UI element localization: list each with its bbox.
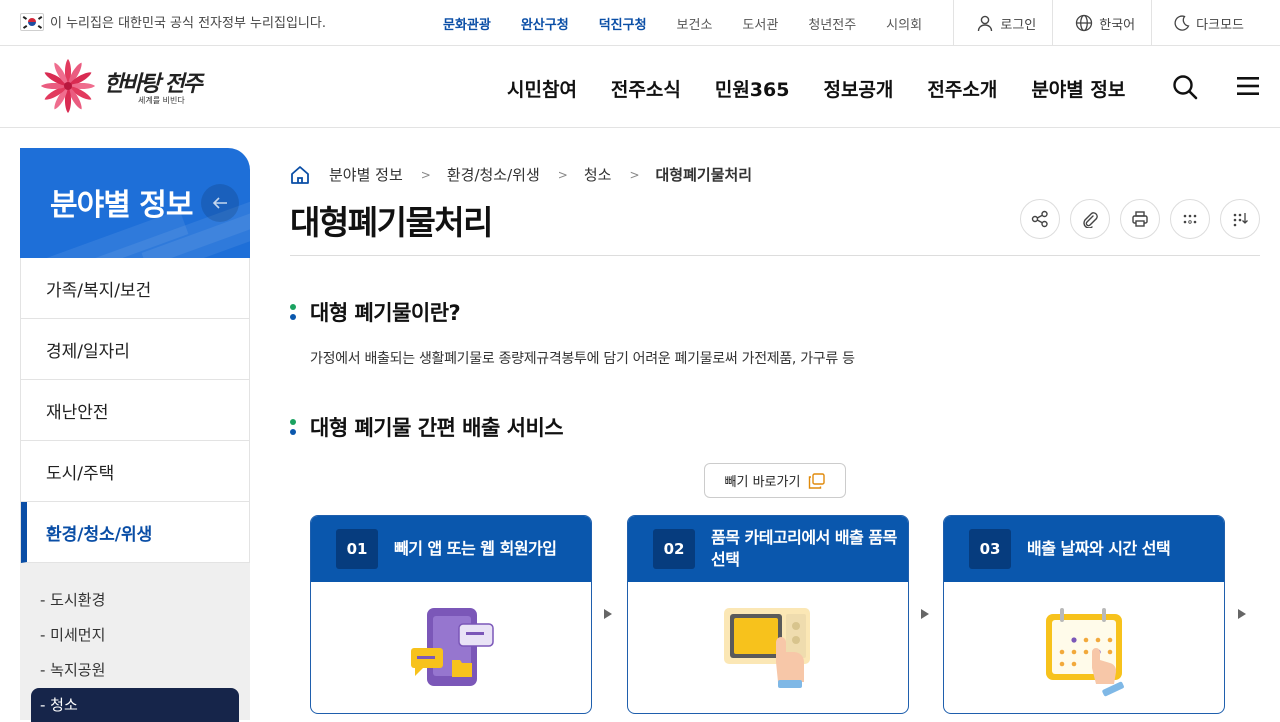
flower-logo-icon (41, 59, 95, 113)
language-button[interactable]: 한국어 (1052, 0, 1151, 46)
bullet-icon (290, 419, 296, 435)
search-icon[interactable] (1172, 74, 1198, 100)
share-icon (1031, 210, 1048, 228)
page-title: 대형폐기물처리 (290, 203, 494, 242)
arrow-left-icon (212, 197, 227, 209)
gnb-item-civil[interactable]: 민원365 (715, 75, 790, 102)
step-arrow-icon (604, 609, 612, 619)
title-divider (290, 255, 1260, 256)
site-link-wansan[interactable]: 완산구청 (521, 14, 569, 33)
submenu-item-urban-env[interactable]: - 도시환경 (40, 589, 105, 610)
sidebar-item-welfare[interactable]: 가족/복지/보건 (21, 258, 249, 319)
step-card: 01 빼기 앱 또는 웹 회원가입 (310, 515, 592, 714)
step-number: 03 (969, 529, 1011, 569)
submenu-item-fine-dust[interactable]: - 미세먼지 (40, 624, 105, 645)
step-card: 03 배출 날짜와 시간 선택 (943, 515, 1225, 714)
user-icon (978, 15, 993, 32)
sidebar-header: 분야별 정보 (20, 148, 250, 258)
menu-icon[interactable] (1237, 76, 1259, 96)
site-header: 한바탕 전주 세계를 비빈다 시민참여 전주소식 민원365 정보공개 전주소개… (0, 46, 1280, 128)
chevron-right-icon: > (420, 167, 431, 182)
section-title-what: 대형 폐기물이란? (310, 301, 461, 325)
sidebar-menu: 가족/복지/보건 경제/일자리 재난안전 도시/주택 환경/청소/위생 (20, 258, 250, 563)
ppaegi-link-button[interactable]: 빼기 바로가기 (704, 463, 846, 498)
gnb-item-about[interactable]: 전주소개 (927, 75, 997, 102)
sidebar-back-button[interactable] (201, 184, 239, 222)
breadcrumb-item[interactable]: 환경/청소/위생 (447, 164, 540, 185)
gnb-item-disclosure[interactable]: 정보공개 (823, 75, 893, 102)
sidebar-item-safety[interactable]: 재난안전 (21, 380, 249, 441)
site-link-culture[interactable]: 문화관광 (443, 14, 491, 33)
site-link-council[interactable]: 시의회 (886, 14, 922, 33)
login-label: 로그인 (1000, 17, 1037, 33)
braille-icon (1233, 213, 1248, 227)
calendar-select-illustration (1046, 608, 1124, 697)
gov-notice-text: 이 누리집은 대한민국 공식 전자정부 누리집입니다. (50, 16, 326, 31)
step-arrow-icon (1238, 609, 1246, 619)
site-link-library[interactable]: 도서관 (742, 14, 778, 33)
section-description: 가정에서 배출되는 생활폐기물로 종량제규격봉투에 담기 어려운 폐기물로써 가… (310, 351, 855, 367)
print-button[interactable] (1120, 199, 1160, 239)
chevron-right-icon: > (629, 167, 640, 182)
sidebar-item-environment[interactable]: 환경/청소/위생 (21, 502, 249, 563)
top-utility-bar: 이 누리집은 대한민국 공식 전자정부 누리집입니다. 문화관광 완산구청 덕진… (0, 0, 1280, 46)
section-heading: 대형 폐기물 간편 배출 서비스 (290, 412, 564, 442)
jeonju-logo[interactable]: 한바탕 전주 세계를 비빈다 (32, 58, 203, 116)
gov-notice: 이 누리집은 대한민국 공식 전자정부 누리집입니다. (20, 12, 326, 31)
language-label: 한국어 (1099, 17, 1136, 33)
breadcrumb-current: 대형폐기물처리 (655, 166, 753, 184)
braille-button[interactable] (1220, 199, 1260, 239)
step-title: 배출 날짜와 시간 선택 (1027, 539, 1171, 558)
gnb-item-news[interactable]: 전주소식 (611, 75, 681, 102)
login-button[interactable]: 로그인 (953, 0, 1052, 46)
step-arrow-icon (921, 609, 929, 619)
step-number: 01 (336, 529, 378, 569)
main-nav: 시민참여 전주소식 민원365 정보공개 전주소개 분야별 정보 (507, 75, 1159, 102)
microwave-select-illustration (724, 608, 810, 688)
sidebar-title: 분야별 정보 (50, 188, 193, 223)
breadcrumb: 분야별 정보 > 환경/청소/위생 > 청소 > 대형폐기물처리 (290, 164, 752, 185)
share-button[interactable] (1020, 199, 1060, 239)
chevron-right-icon: > (557, 167, 568, 182)
step-number: 02 (653, 529, 695, 569)
qr-icon (1183, 214, 1197, 224)
sidebar-submenu: - 도시환경 - 미세먼지 - 녹지공원 - 청소 (20, 563, 250, 722)
globe-icon (1076, 14, 1093, 32)
step-title: 품목 카테고리에서 배출 품목 선택 (711, 528, 897, 569)
submenu-item-cleaning[interactable]: - 청소 (31, 688, 239, 722)
attach-icon (1083, 212, 1098, 228)
logo-slogan: 세계를 비빈다 (138, 96, 185, 105)
ppaegi-link-label: 빼기 바로가기 (724, 475, 801, 490)
section-heading: 대형 폐기물이란? (290, 297, 461, 327)
phone-signup-illustration (411, 608, 494, 686)
step-title: 빼기 앱 또는 웹 회원가입 (394, 539, 557, 558)
moon-icon (1174, 15, 1190, 31)
section-title-service: 대형 폐기물 간편 배출 서비스 (310, 416, 564, 440)
home-icon[interactable] (290, 165, 310, 185)
site-link-deokjin[interactable]: 덕진구청 (599, 14, 647, 33)
external-link-icon (809, 472, 826, 489)
sidebar-item-housing[interactable]: 도시/주택 (21, 441, 249, 502)
qr-button[interactable] (1170, 199, 1210, 239)
darkmode-label: 다크모드 (1196, 17, 1244, 33)
attach-button[interactable] (1070, 199, 1110, 239)
korea-flag-icon (20, 12, 44, 31)
print-icon (1132, 211, 1148, 227)
sidebar-item-economy[interactable]: 경제/일자리 (21, 319, 249, 380)
gnb-item-participation[interactable]: 시민참여 (507, 75, 577, 102)
bullet-icon (290, 304, 296, 320)
logo-text: 한바탕 전주 (104, 71, 203, 97)
related-sites: 문화관광 완산구청 덕진구청 보건소 도서관 청년전주 시의회 (443, 14, 952, 33)
breadcrumb-item[interactable]: 분야별 정보 (329, 164, 403, 185)
site-link-health[interactable]: 보건소 (677, 14, 713, 33)
breadcrumb-item[interactable]: 청소 (584, 164, 612, 185)
darkmode-button[interactable]: 다크모드 (1151, 0, 1280, 46)
gnb-item-fields[interactable]: 분야별 정보 (1031, 75, 1125, 102)
submenu-item-parks[interactable]: - 녹지공원 (40, 659, 105, 680)
page-utility-buttons (1020, 199, 1270, 239)
step-card: 02 품목 카테고리에서 배출 품목 선택 (627, 515, 909, 714)
site-link-youth[interactable]: 청년전주 (808, 14, 856, 33)
